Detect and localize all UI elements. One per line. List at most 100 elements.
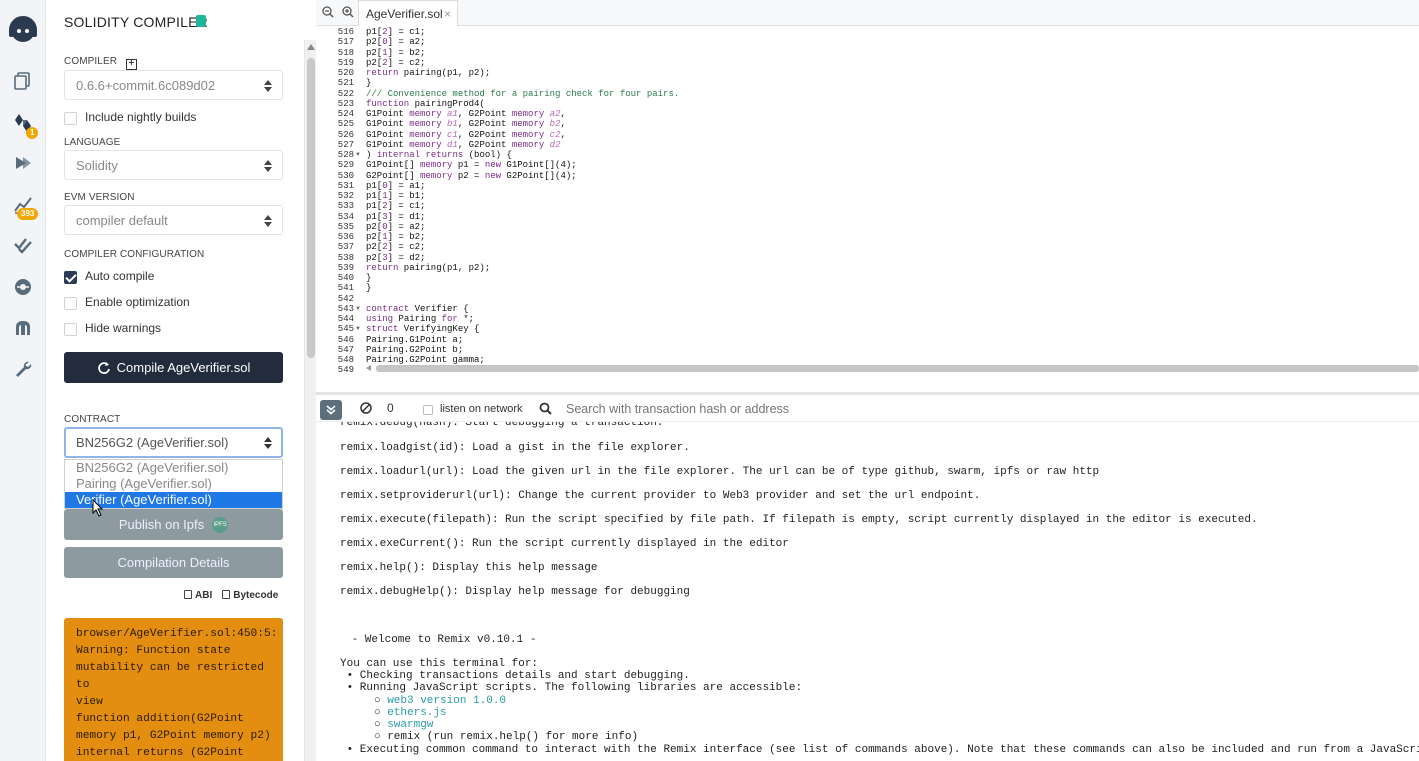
line-number: 530	[337, 170, 354, 181]
code-line: p1[0] = a1;	[366, 180, 426, 191]
nightly-checkbox[interactable]	[64, 112, 77, 125]
code-line: G1Point memory a1, G2Point memory a2,	[366, 109, 566, 119]
config-label: COMPILER CONFIGURATION	[64, 249, 205, 260]
listen-network-checkbox[interactable]	[423, 405, 433, 415]
zoom-out-icon[interactable]	[322, 6, 334, 18]
code-line: p2[1] = b2;	[366, 232, 426, 242]
code-line: /// Convenience method for a pairing che…	[366, 88, 680, 99]
panel-scrollbar[interactable]	[304, 40, 316, 761]
code-line: p2[2] = c2;	[366, 242, 426, 253]
select-caret-icon	[264, 215, 272, 227]
terminal-divider[interactable]	[316, 392, 1419, 395]
code-line: Pairing.G1Point a;	[366, 334, 464, 345]
terminal-line: ○ remix (run remix.help() for more info)	[374, 731, 639, 743]
add-compiler-icon[interactable]: +	[125, 59, 137, 70]
code-line: using Pairing for *;	[366, 314, 475, 324]
library-link[interactable]: ○ swarmgw	[374, 719, 433, 731]
code-line: p1[2] = c1;	[366, 201, 426, 212]
line-number: 523	[337, 98, 354, 109]
contract-option[interactable]: Pairing (AgeVerifier.sol)	[65, 476, 282, 492]
remix-logo-icon[interactable]	[6, 14, 40, 46]
editor-hscrollbar[interactable]	[366, 364, 1419, 373]
docs-icon[interactable]	[196, 15, 206, 27]
auto-compile-checkbox[interactable]	[64, 271, 77, 284]
line-number: 549	[337, 365, 354, 372]
zoom-in-icon[interactable]	[342, 6, 354, 18]
close-tab-icon[interactable]: ×	[444, 7, 451, 21]
ipfs-icon: IPFS	[212, 516, 229, 533]
mouse-cursor-icon	[92, 499, 104, 517]
code-line: p2[2] = c2;	[366, 57, 426, 68]
code-line: G1Point memory b1, G2Point memory b2,	[366, 119, 566, 130]
scroll-left-icon[interactable]	[366, 365, 371, 371]
line-number: 541	[337, 283, 354, 294]
terminal-line: • Checking transactions details and star…	[340, 670, 690, 682]
compiler-label: COMPILER +	[64, 56, 137, 70]
debugger-icon[interactable]	[12, 276, 34, 298]
hscroll-thumb[interactable]	[376, 365, 1419, 372]
code-editor[interactable]: 516 p1[2] = c1; 517 p2[0] = a2; 518 p2[1] …	[316, 26, 1419, 372]
code-line: Pairing.G2Point b;	[366, 344, 464, 355]
line-number: 545	[337, 324, 354, 335]
copy-abi-button[interactable]: ABI	[184, 590, 212, 601]
plugin-icon[interactable]	[12, 317, 34, 339]
compiler-warning[interactable]: browser/AgeVerifier.sol:450:5: Warning: …	[64, 618, 283, 761]
double-chevron-down-icon	[326, 405, 336, 415]
line-number: 535	[337, 221, 354, 232]
scroll-thumb[interactable]	[307, 58, 315, 358]
terminal-line: remix.debugHelp(): Display help message …	[340, 586, 690, 598]
code-line: return pairing(p1, p2);	[366, 68, 491, 78]
nightly-row[interactable]: Include nightly builds	[64, 109, 196, 125]
compilation-details-button[interactable]: Compilation Details	[64, 547, 283, 578]
hide-warnings-checkbox[interactable]	[64, 323, 77, 336]
line-number: 516	[337, 27, 354, 37]
select-caret-icon	[264, 437, 272, 449]
deploy-run-icon[interactable]	[12, 152, 34, 174]
terminal-output[interactable]: remix.debug(hash): Start debugging a tra…	[316, 422, 1419, 761]
contract-option[interactable]: BN256G2 (AgeVerifier.sol)	[65, 460, 282, 476]
terminal-line: • Executing common command to interact w…	[340, 744, 1419, 756]
collapse-terminal-button[interactable]	[320, 400, 342, 420]
line-number: 536	[337, 232, 354, 242]
terminal-line: remix.debug(hash): Start debugging a tra…	[340, 422, 664, 429]
code-line: G1Point memory d1, G2Point memory d2	[366, 139, 561, 150]
hide-warnings-label: Hide warnings	[85, 321, 162, 335]
line-number: 517	[337, 37, 354, 48]
contract-select[interactable]: BN256G2 (AgeVerifier.sol)	[64, 427, 283, 458]
optimization-checkbox[interactable]	[64, 297, 77, 310]
library-link[interactable]: ○ ethers.js	[374, 707, 447, 719]
hide-warnings-row[interactable]: Hide warnings	[64, 320, 161, 336]
compile-button[interactable]: Compile AgeVerifier.sol	[64, 352, 283, 383]
terminal-line: remix.exeCurrent(): Run the script curre…	[340, 538, 789, 550]
optimization-row[interactable]: Enable optimization	[64, 294, 190, 310]
auto-compile-row[interactable]: Auto compile	[64, 268, 154, 284]
library-link[interactable]: ○ web3 version 1.0.0	[374, 695, 506, 707]
settings-icon[interactable]	[12, 358, 34, 380]
contract-label: CONTRACT	[64, 414, 121, 425]
compiler-badge: 1	[26, 127, 39, 139]
compiler-panel: SOLIDITY COMPILER COMPILER + 0.6.6+commi…	[46, 0, 304, 761]
fold-toggle-icon[interactable]: ▼	[355, 306, 361, 312]
nightly-label: Include nightly builds	[85, 110, 197, 124]
compiler-version-select[interactable]: 0.6.6+commit.6c089d02	[64, 70, 283, 100]
line-number: 543	[337, 303, 354, 314]
line-number: 532	[337, 191, 354, 201]
file-explorer-icon[interactable]	[12, 70, 34, 92]
clear-console-icon[interactable]	[360, 402, 372, 414]
code-line: p1[2] = c1;	[366, 27, 426, 37]
evm-label: EVM VERSION	[64, 192, 135, 203]
tab-ageverifier[interactable]: AgeVerifier.sol ×	[358, 0, 458, 26]
line-number: 531	[337, 180, 354, 191]
language-select[interactable]: Solidity	[64, 150, 283, 180]
code-line: G1Point[] memory p1 = new G1Point[](4);	[366, 160, 577, 171]
fold-toggle-icon[interactable]: ▼	[355, 152, 361, 158]
line-number: 525	[337, 119, 354, 130]
scroll-up-icon[interactable]	[307, 44, 315, 50]
transaction-search-input[interactable]	[566, 400, 966, 418]
listen-network-label: listen on network	[440, 403, 523, 415]
test-icon[interactable]	[12, 234, 34, 256]
evm-version-select[interactable]: compiler default	[64, 205, 283, 235]
fold-toggle-icon[interactable]: ▼	[355, 326, 361, 332]
copy-bytecode-button[interactable]: Bytecode	[222, 590, 278, 601]
code-line: p2[0] = a2;	[366, 221, 426, 232]
